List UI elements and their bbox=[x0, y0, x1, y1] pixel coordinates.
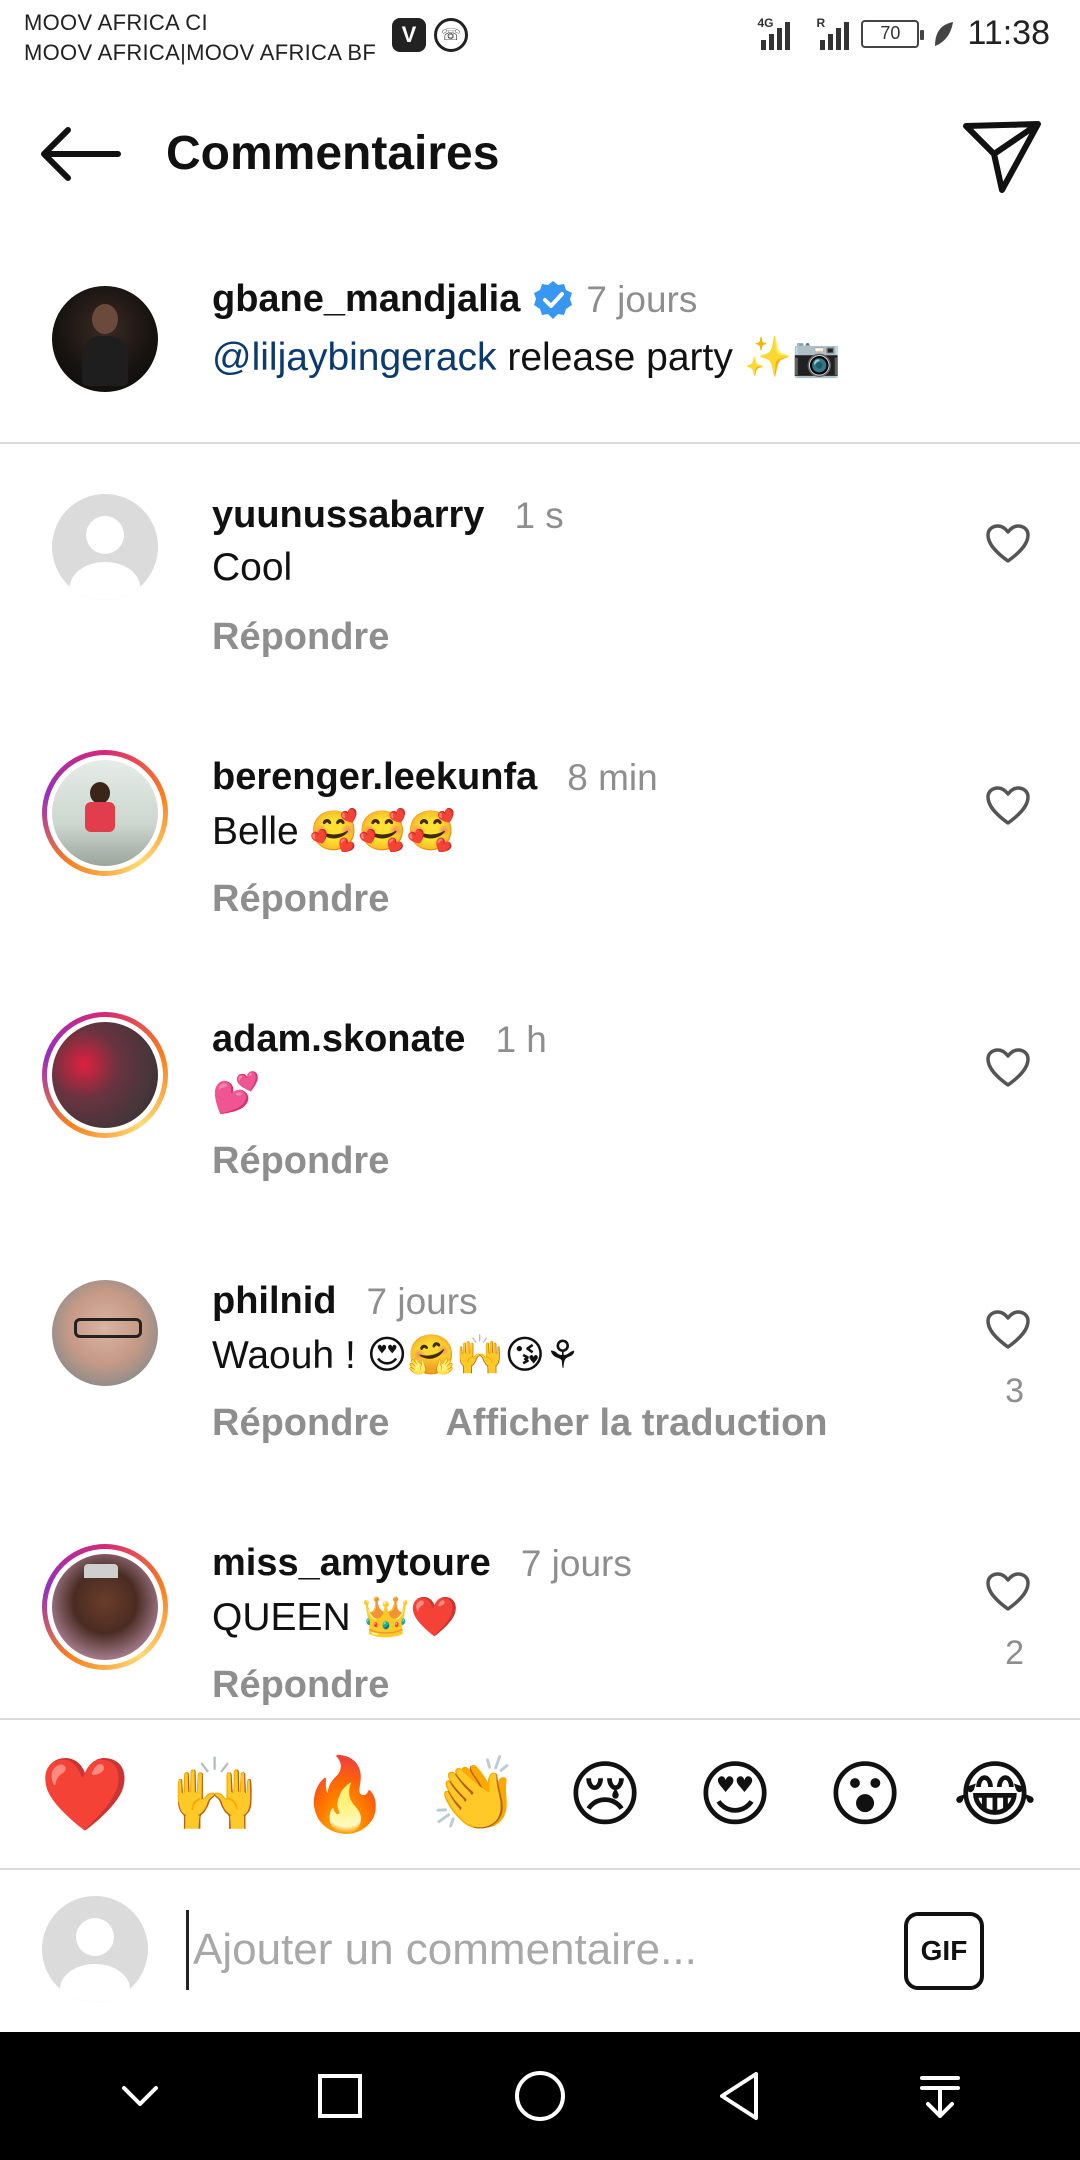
status-app-icons: V ☏ bbox=[392, 18, 468, 52]
like-count: 3 bbox=[1005, 1372, 1024, 1410]
caption-emojis: ✨📷 bbox=[743, 335, 841, 380]
comment-composer: GIF bbox=[0, 1872, 1080, 2032]
heart-outline-icon[interactable] bbox=[986, 524, 1030, 564]
like-count: 2 bbox=[1005, 1634, 1024, 1672]
comment-input[interactable] bbox=[186, 1910, 866, 1990]
comment-time: 1 s bbox=[514, 494, 564, 536]
emoji-heart[interactable]: ❤️ bbox=[35, 1744, 135, 1844]
comment-time: 7 jours bbox=[366, 1280, 478, 1322]
status-right: 4G R 70 11:38 bbox=[757, 14, 1050, 53]
page-title: Commentaires bbox=[166, 127, 500, 180]
reply-button[interactable]: Répondre bbox=[212, 1664, 389, 1707]
emoji-clap[interactable]: 👏 bbox=[425, 1744, 525, 1844]
post-caption: gbane_mandjalia 7 jours @liljaybingerack… bbox=[0, 270, 1080, 442]
translate-button[interactable]: Afficher la traduction bbox=[445, 1402, 827, 1445]
emoji-heart-eyes[interactable]: 😍 bbox=[685, 1744, 785, 1844]
comment-item: adam.skonate 1 h 💕 Répondre bbox=[0, 1012, 1080, 1238]
avatar[interactable] bbox=[42, 750, 168, 876]
carrier-line-2: MOOV AFRICA|MOOV AFRICA BF bbox=[24, 40, 377, 65]
comment-time: 8 min bbox=[567, 756, 658, 798]
circle-home-icon[interactable] bbox=[500, 2056, 580, 2136]
heart-outline-icon[interactable] bbox=[986, 1572, 1030, 1612]
whatsapp-icon: ☏ bbox=[434, 18, 468, 52]
send-icon[interactable] bbox=[962, 118, 1042, 194]
triangle-back-icon[interactable] bbox=[700, 2056, 780, 2136]
system-nav-bar bbox=[0, 2032, 1080, 2160]
comment-username[interactable]: yuunussabarry bbox=[212, 494, 484, 537]
emoji-raised-hands[interactable]: 🙌 bbox=[165, 1744, 265, 1844]
reply-button[interactable]: Répondre bbox=[212, 1402, 389, 1445]
status-bar: MOOV AFRICA CI MOOV AFRICA|MOOV AFRICA B… bbox=[0, 0, 1080, 78]
comment-item: philnid 7 jours Waouh ! 😍🤗🙌😘⚘ Répondre A… bbox=[0, 1280, 1080, 1500]
back-arrow-icon[interactable] bbox=[38, 122, 124, 186]
caption-time: 7 jours bbox=[586, 278, 698, 320]
comment-username[interactable]: adam.skonate bbox=[212, 1018, 465, 1061]
comment-text: 💕 bbox=[212, 1071, 261, 1116]
viber-icon: V bbox=[392, 18, 426, 52]
heart-outline-icon[interactable] bbox=[986, 1048, 1030, 1088]
caption-divider bbox=[0, 442, 1080, 444]
comment-text: Belle 🥰🥰🥰 bbox=[212, 810, 456, 853]
caption-mention[interactable]: @liljaybingerack bbox=[212, 336, 497, 379]
clock: 11:38 bbox=[967, 14, 1050, 52]
signal-4g-icon: 4G bbox=[757, 16, 791, 50]
leaf-icon bbox=[935, 21, 954, 46]
pull-down-icon[interactable] bbox=[900, 2056, 980, 2136]
comment-item: berenger.leekunfa 8 min Belle 🥰🥰🥰 Répond… bbox=[0, 750, 1080, 976]
carrier-names: MOOV AFRICA CI MOOV AFRICA|MOOV AFRICA B… bbox=[24, 8, 376, 68]
caption-avatar[interactable] bbox=[52, 286, 158, 392]
caption-text: @liljaybingerack release party ✨📷 bbox=[212, 334, 841, 380]
comment-text: Waouh ! 😍🤗🙌😘⚘ bbox=[212, 1334, 581, 1377]
battery-icon: 70 bbox=[861, 19, 925, 48]
avatar[interactable] bbox=[42, 1012, 168, 1138]
comment-text: Cool bbox=[212, 546, 293, 589]
caption-body: release party bbox=[496, 336, 744, 379]
verified-badge-icon bbox=[534, 280, 573, 319]
comment-username[interactable]: berenger.leekunfa bbox=[212, 756, 537, 799]
battery-level: 70 bbox=[880, 23, 901, 43]
comment-username[interactable]: philnid bbox=[212, 1280, 337, 1323]
quick-emoji-bar: ❤️ 🙌 🔥 👏 😢 😍 😮 😂 bbox=[0, 1718, 1080, 1870]
square-recents-icon[interactable] bbox=[300, 2056, 380, 2136]
header: Commentaires bbox=[0, 100, 1080, 210]
heart-outline-icon[interactable] bbox=[986, 1310, 1030, 1350]
emoji-laughing[interactable]: 😂 bbox=[945, 1744, 1045, 1844]
heart-outline-icon[interactable] bbox=[986, 786, 1030, 826]
carrier-line-1: MOOV AFRICA CI bbox=[24, 10, 208, 35]
comment-time: 1 h bbox=[495, 1018, 547, 1060]
avatar[interactable] bbox=[52, 1280, 158, 1386]
my-avatar bbox=[42, 1896, 148, 2002]
reply-button[interactable]: Répondre bbox=[212, 1140, 389, 1183]
reply-button[interactable]: Répondre bbox=[212, 616, 389, 659]
avatar[interactable] bbox=[52, 494, 158, 600]
gif-button[interactable]: GIF bbox=[904, 1912, 984, 1990]
avatar[interactable] bbox=[42, 1544, 168, 1670]
emoji-fire[interactable]: 🔥 bbox=[295, 1744, 395, 1844]
comment-item: yuunussabarry 1 s Cool Répondre bbox=[0, 494, 1080, 714]
caption-username[interactable]: gbane_mandjalia bbox=[212, 278, 520, 321]
comment-text: QUEEN 👑❤️ bbox=[212, 1596, 459, 1639]
comment-time: 7 jours bbox=[520, 1542, 632, 1584]
chevron-down-icon[interactable] bbox=[100, 2056, 180, 2136]
comment-username[interactable]: miss_amytoure bbox=[212, 1542, 491, 1585]
comment-item: miss_amytoure 7 jours QUEEN 👑❤️ Répondre… bbox=[0, 1542, 1080, 1718]
emoji-surprised[interactable]: 😮 bbox=[815, 1744, 915, 1844]
signal-roaming-icon: R bbox=[816, 16, 850, 50]
reply-button[interactable]: Répondre bbox=[212, 878, 389, 921]
emoji-crying[interactable]: 😢 bbox=[555, 1744, 655, 1844]
